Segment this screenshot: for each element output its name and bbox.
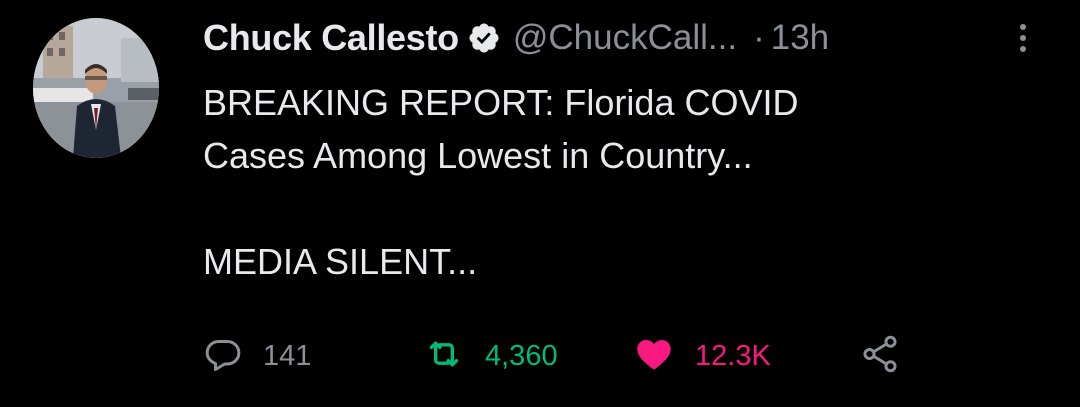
line-break bbox=[203, 182, 1023, 235]
more-options-icon[interactable] bbox=[1013, 20, 1033, 56]
reply-bubble-icon bbox=[203, 334, 243, 379]
author-handle[interactable]: @ChuckCall... bbox=[513, 18, 737, 58]
retweet-count: 4,360 bbox=[485, 339, 558, 372]
retweet-button[interactable]: 4,360 bbox=[423, 334, 558, 378]
author-name[interactable]: Chuck Callesto bbox=[203, 17, 459, 59]
share-icon bbox=[859, 333, 901, 380]
action-bar: 141 4,360 12.3K bbox=[203, 334, 923, 378]
avatar[interactable] bbox=[33, 18, 159, 158]
tweet[interactable]: Chuck Callesto @ChuckCall... · 13h BREAK… bbox=[0, 0, 1080, 407]
reply-button[interactable]: 141 bbox=[203, 334, 311, 378]
avatar-photo bbox=[33, 18, 159, 158]
separator-dot: · bbox=[753, 18, 765, 57]
tweet-header: Chuck Callesto @ChuckCall... · 13h bbox=[203, 12, 829, 64]
like-count: 12.3K bbox=[695, 339, 771, 372]
reply-count: 141 bbox=[263, 339, 312, 372]
share-button[interactable] bbox=[859, 334, 901, 378]
verified-badge-icon bbox=[467, 21, 501, 55]
retweet-icon bbox=[423, 334, 465, 379]
tweet-text-line: BREAKING REPORT: Florida COVID bbox=[203, 82, 799, 123]
timestamp[interactable]: 13h bbox=[771, 18, 829, 58]
tweet-text: BREAKING REPORT: Florida COVID Cases Amo… bbox=[203, 76, 1023, 288]
heart-icon bbox=[633, 334, 675, 379]
tweet-text-line: MEDIA SILENT... bbox=[203, 241, 478, 282]
like-button[interactable]: 12.3K bbox=[633, 334, 771, 378]
tweet-text-line: Cases Among Lowest in Country... bbox=[203, 135, 753, 176]
